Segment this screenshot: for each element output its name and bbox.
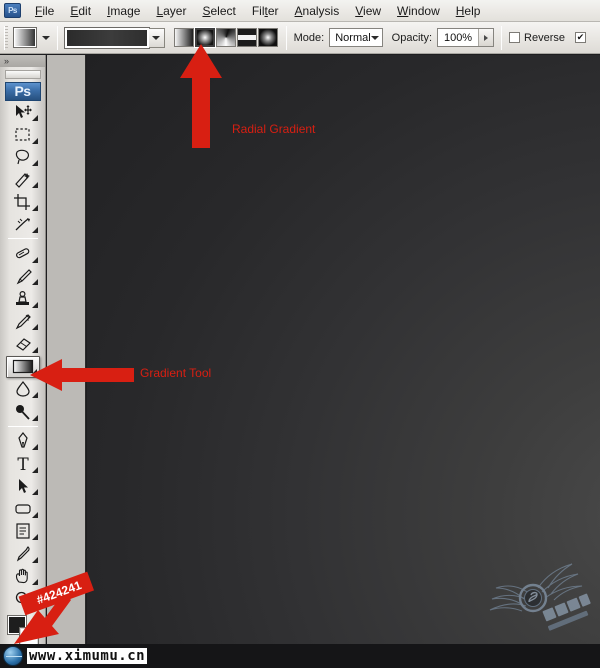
site-watermark-text: www.ximumu.cn (27, 648, 148, 664)
blend-mode-select[interactable]: Normal (329, 28, 383, 47)
tool-more-indicator (31, 137, 38, 144)
history-brush-tool[interactable] (6, 311, 40, 332)
chevron-down-icon (152, 35, 161, 40)
tool-more-indicator (31, 511, 38, 518)
tool-more-indicator (31, 444, 38, 451)
globe-icon (3, 646, 23, 666)
tools-separator (7, 425, 38, 427)
tool-more-indicator (31, 227, 38, 234)
menu-item-help[interactable]: Help (448, 2, 489, 20)
menu-item-select[interactable]: Select (194, 2, 243, 20)
tool-more-indicator (31, 579, 38, 586)
gradient-preview-swatch[interactable] (63, 26, 150, 49)
tool-more-indicator (31, 466, 38, 473)
tool-more-indicator (31, 182, 38, 189)
eraser-tool[interactable] (6, 333, 40, 354)
crop-tool[interactable] (6, 191, 40, 212)
lasso-tool[interactable] (6, 147, 40, 168)
eyedropper-tool[interactable] (6, 543, 40, 564)
menu-bar: Ps File Edit Image Layer Select Filter A… (0, 0, 600, 22)
gradient-type-diamond[interactable] (257, 28, 278, 47)
tool-more-indicator (31, 279, 38, 286)
healing-brush-tool[interactable] (6, 243, 40, 264)
options-bar: Mode: Normal Opacity: 100% Reverse ✔ (0, 22, 600, 54)
reverse-label: Reverse (524, 31, 565, 44)
double-chevron-right-icon[interactable]: » (0, 55, 45, 68)
panel-gutter (47, 55, 86, 659)
notes-tool[interactable] (6, 521, 40, 542)
tool-more-indicator (31, 324, 38, 331)
site-watermark: www.ximumu.cn (0, 644, 600, 668)
gradient-tool-arrow-icon (30, 358, 134, 397)
slice-tool[interactable] (6, 214, 40, 235)
gradient-picker[interactable] (63, 26, 165, 49)
tool-more-indicator (31, 556, 38, 563)
marquee-tool[interactable] (6, 124, 40, 145)
options-separator-2 (285, 25, 287, 50)
opacity-field[interactable]: 100% (437, 28, 495, 47)
menu-item-analysis[interactable]: Analysis (287, 2, 348, 20)
chevron-right-icon (484, 34, 489, 41)
radial-gradient-annotation: Radial Gradient (232, 122, 316, 136)
path-selection-tool[interactable] (6, 476, 40, 497)
dither-checkbox[interactable]: ✔ (575, 32, 586, 43)
clone-stamp-tool[interactable] (6, 288, 40, 309)
chevron-down-icon (41, 35, 50, 40)
menu-item-layer[interactable]: Layer (148, 2, 194, 20)
opacity-stepper[interactable] (478, 29, 494, 46)
brush-tool[interactable] (6, 266, 40, 287)
tool-more-indicator (31, 204, 38, 211)
menu-item-file[interactable]: File (27, 2, 62, 20)
reverse-checkbox-wrap[interactable]: Reverse (509, 32, 565, 44)
dither-checkbox-wrap[interactable]: ✔ (575, 32, 590, 43)
tool-more-indicator (31, 414, 38, 421)
tool-more-indicator (31, 115, 38, 122)
gradient-tool-annotation: Gradient Tool (140, 366, 212, 380)
menu-item-image[interactable]: Image (99, 2, 148, 20)
gradient-type-reflected[interactable] (236, 28, 257, 47)
quick-selection-tool[interactable] (6, 169, 40, 190)
tools-panel-dragbar[interactable] (4, 70, 41, 79)
tool-more-indicator (31, 256, 38, 263)
dodge-tool[interactable] (6, 401, 40, 422)
opacity-value: 100% (443, 31, 473, 44)
tool-more-indicator (31, 346, 38, 353)
menu-item-view[interactable]: View (347, 2, 389, 20)
gradient-preset-icon (12, 27, 37, 48)
tool-more-indicator (31, 489, 38, 496)
chevron-down-icon (370, 35, 379, 40)
mode-label: Mode: (293, 31, 325, 44)
pen-tool[interactable] (6, 431, 40, 452)
options-separator-3 (501, 25, 503, 50)
document-canvas[interactable] (87, 55, 600, 644)
tool-more-indicator (31, 301, 38, 308)
blend-mode-value: Normal (335, 31, 371, 44)
hand-tool[interactable] (6, 566, 40, 587)
tool-more-indicator (31, 159, 38, 166)
options-separator-1 (56, 25, 58, 50)
photoshop-logo-icon: Ps (4, 82, 41, 101)
menu-item-edit[interactable]: Edit (62, 2, 99, 20)
tool-more-indicator (31, 534, 38, 541)
photoshop-logo-icon: Ps (4, 3, 21, 18)
opacity-label: Opacity: (391, 31, 433, 44)
tools-separator (7, 238, 38, 240)
move-tool[interactable] (6, 102, 40, 123)
svg-text:T: T (17, 455, 29, 473)
menu-item-window[interactable]: Window (389, 2, 448, 20)
options-bar-grip[interactable] (4, 25, 8, 50)
menu-item-filter[interactable]: Filter (244, 2, 287, 20)
type-tool[interactable]: T (6, 453, 40, 474)
tool-preset-picker[interactable] (12, 27, 50, 48)
shape-tool[interactable] (6, 498, 40, 519)
reverse-checkbox[interactable] (509, 32, 521, 43)
tools-panel: » Ps T (0, 55, 46, 659)
radial-gradient-arrow-icon (178, 44, 224, 153)
gradient-dropdown-button[interactable] (148, 27, 165, 48)
